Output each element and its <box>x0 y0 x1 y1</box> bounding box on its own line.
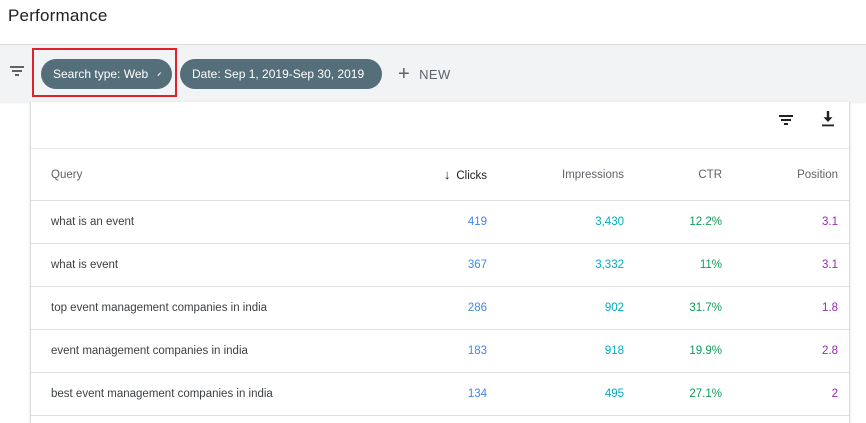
clicks-cell: 419 <box>411 200 487 244</box>
table-row[interactable]: what is event 367 3,332 11% 3.1 <box>31 243 849 287</box>
plus-icon: + <box>398 63 411 85</box>
query-cell: top event management companies in india <box>31 286 411 330</box>
table-row[interactable]: event management companies in india 183 … <box>31 329 849 373</box>
arrow-down-icon: ↓ <box>443 167 451 182</box>
position-cell: 2 <box>722 372 849 416</box>
ctr-cell: 12.2% <box>624 200 722 244</box>
page-title: Performance <box>8 6 108 25</box>
queries-card: Query ↓ Clicks Impressions CTR Position w… <box>30 102 850 423</box>
column-header-query[interactable]: Query <box>31 148 411 201</box>
new-filter-label: NEW <box>419 66 451 82</box>
impressions-cell: 902 <box>487 286 624 330</box>
clicks-cell: 286 <box>411 286 487 330</box>
pencil-icon[interactable] <box>157 68 162 80</box>
table-filter-icon[interactable] <box>779 114 793 126</box>
column-header-ctr[interactable]: CTR <box>624 148 722 201</box>
page-header: Performance <box>0 0 866 44</box>
query-cell: event management companies in india <box>31 329 411 373</box>
download-icon[interactable] <box>821 110 835 128</box>
position-cell: 2.8 <box>722 329 849 373</box>
table-row[interactable]: top event management companies in india … <box>31 286 849 330</box>
clicks-cell: 367 <box>411 243 487 287</box>
queries-table: Query ↓ Clicks Impressions CTR Position w… <box>31 148 849 416</box>
card-toolbar <box>31 102 849 148</box>
search-type-chip[interactable]: Search type: Web <box>41 59 172 89</box>
clicks-cell: 183 <box>411 329 487 373</box>
position-cell: 1.8 <box>722 286 849 330</box>
date-chip-label: Date: Sep 1, 2019-Sep 30, 2019 <box>192 67 365 81</box>
date-chip[interactable]: Date: Sep 1, 2019-Sep 30, 2019 <box>180 59 382 89</box>
table-row[interactable]: best event management companies in india… <box>31 372 849 416</box>
query-cell: what is an event <box>31 200 411 244</box>
query-cell: best event management companies in india <box>31 372 411 416</box>
table-row[interactable]: what is an event 419 3,430 12.2% 3.1 <box>31 200 849 244</box>
table-header-row: Query ↓ Clicks Impressions CTR Position <box>31 148 849 201</box>
new-filter-button[interactable]: + NEW <box>398 63 451 85</box>
ctr-cell: 31.7% <box>624 286 722 330</box>
column-header-position[interactable]: Position <box>722 148 849 201</box>
query-cell: what is event <box>31 243 411 287</box>
column-header-impressions[interactable]: Impressions <box>487 148 624 201</box>
column-header-clicks[interactable]: ↓ Clicks <box>411 148 487 201</box>
clicks-cell: 134 <box>411 372 487 416</box>
impressions-cell: 495 <box>487 372 624 416</box>
ctr-cell: 19.9% <box>624 329 722 373</box>
column-header-clicks-label: Clicks <box>456 170 487 182</box>
impressions-cell: 3,430 <box>487 200 624 244</box>
impressions-cell: 918 <box>487 329 624 373</box>
impressions-cell: 3,332 <box>487 243 624 287</box>
ctr-cell: 27.1% <box>624 372 722 416</box>
search-type-chip-label: Search type: Web <box>53 67 149 81</box>
filter-icon[interactable] <box>10 65 24 77</box>
position-cell: 3.1 <box>722 200 849 244</box>
position-cell: 3.1 <box>722 243 849 287</box>
ctr-cell: 11% <box>624 243 722 287</box>
filter-bar: Search type: Web Date: Sep 1, 2019-Sep 3… <box>0 44 866 102</box>
